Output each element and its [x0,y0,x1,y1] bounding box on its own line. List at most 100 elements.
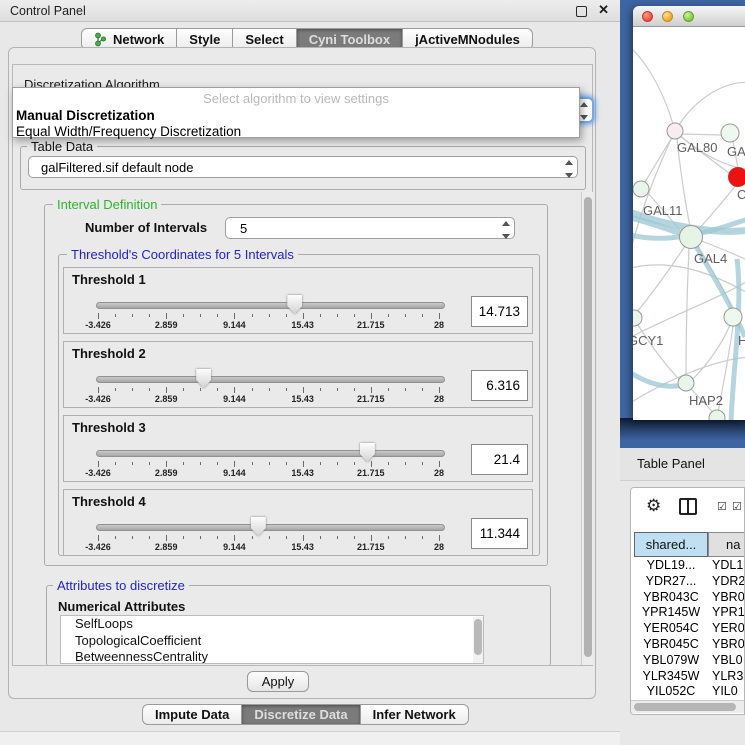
tick-mark [371,535,372,541]
attribute-item[interactable]: BetweennessCentrality [61,649,483,664]
table-data-combobox[interactable]: galFiltered.sif default node [28,156,578,178]
slider-thumb[interactable] [251,517,266,536]
float-window-icon[interactable] [576,6,587,17]
numerical-attributes-list[interactable]: SelfLoopsTopologicalCoefficientBetweenne… [60,615,484,664]
tick-label: 28 [409,542,469,552]
network-node[interactable] [633,310,642,326]
checkbox-icon[interactable]: ☑ [717,500,727,513]
tick-mark [149,536,150,539]
tick-label: -3.426 [68,320,128,330]
slider-thumb[interactable] [287,295,302,314]
bottom-tab-impute-data[interactable]: Impute Data [142,704,242,725]
split-columns-icon[interactable] [679,498,697,515]
network-icon [94,32,107,47]
cell-shared-name: YPR145W [634,605,708,619]
table-panel-title: Table Panel [637,456,705,471]
bottom-tab-discretize-data[interactable]: Discretize Data [242,704,360,725]
column-header[interactable]: shared... [634,532,708,557]
algorithm-option[interactable]: Manual Discretization [16,108,155,123]
cell-name: YPR1 [712,605,745,619]
cell-shared-name: YBR045C [634,637,708,651]
column-header[interactable]: na [708,532,745,557]
apply-button[interactable]: Apply [247,671,309,692]
threshold-value-field[interactable]: 6.316 [471,370,528,401]
number-of-intervals-label: Number of Intervals [85,220,207,235]
window-bottom-edge [0,731,620,745]
network-node[interactable] [678,375,694,391]
threshold-slider-track[interactable] [96,450,445,457]
table-row[interactable]: YBR045CYBR0 [631,637,745,653]
tick-mark [217,388,218,391]
tick-mark [286,536,287,539]
tick-mark [132,314,133,317]
network-node[interactable] [729,168,745,187]
tick-mark [98,313,99,319]
attribute-item[interactable]: SelfLoops [61,616,483,633]
attributes-scrollbar[interactable] [473,617,483,664]
table-row[interactable]: YDL19...YDL1 [631,558,745,574]
bottom-tab-infer-network[interactable]: Infer Network [361,704,469,725]
minimize-traffic-light-icon[interactable] [662,11,673,22]
network-node[interactable] [667,123,683,139]
table-row[interactable]: YIL052CYIL0 [631,684,745,700]
checkbox-icon[interactable]: ☑ [732,500,742,513]
network-window-titlebar[interactable] [633,6,745,27]
network-node[interactable] [633,181,649,197]
network-view-canvas[interactable]: GAL80GACGAL11GAL4GCY1HHAP2 [633,27,745,420]
tick-mark [286,462,287,465]
gear-icon[interactable]: ⚙ [646,496,661,516]
threshold-panel: Threshold 2-3.4262.8599.14415.4321.71528… [63,341,533,408]
dropdown-prompt: Select algorithm to view settings [13,91,579,106]
network-node[interactable] [721,124,739,142]
tick-mark [115,388,116,391]
table-horizontal-scrollbar[interactable] [631,700,745,713]
settings-scrollbar[interactable] [581,192,593,665]
table-row[interactable]: YPR145W YPR1 [631,605,745,621]
tab-label: Discretize Data [254,707,347,722]
cell-name: YBL0 [712,653,745,667]
slider-thumb[interactable] [360,443,375,462]
tick-mark [354,536,355,539]
algorithm-option[interactable]: Equal Width/Frequency Discretization [16,124,241,139]
number-of-intervals-combobox[interactable]: 5 [225,217,515,239]
threshold-slider-track[interactable] [96,524,445,531]
tick-label: 21.715 [341,468,401,478]
close-icon[interactable]: ✕ [598,2,609,18]
cell-shared-name: YBL079W [634,653,708,667]
threshold-label: Threshold 1 [72,272,146,287]
cell-name: YLR3 [712,669,745,683]
tick-mark [286,388,287,391]
close-traffic-light-icon[interactable] [642,11,653,22]
tick-mark [337,314,338,317]
tab-label: Impute Data [155,707,229,722]
cell-name: YER0 [712,621,745,635]
table-row[interactable]: YBR043CYBR0 [631,590,745,606]
tick-label: 28 [409,394,469,404]
node-label: GAL4 [694,251,727,266]
threshold-value-field[interactable]: 11.344 [471,518,528,549]
bottom-tab-bar: Impute Data Discretize Data Infer Network [142,704,469,725]
network-node[interactable] [680,226,703,249]
tick-label: 2.859 [136,542,196,552]
attribute-item[interactable]: TopologicalCoefficient [61,633,483,650]
table-row[interactable]: YDR27...YDR2 [631,574,745,590]
slider-thumb[interactable] [196,369,211,388]
node-label: C [737,187,745,202]
tick-label: 2.859 [136,468,196,478]
threshold-slider-track[interactable] [96,302,445,309]
tick-mark [132,462,133,465]
network-node[interactable] [724,308,742,326]
tick-mark [422,314,423,317]
tick-mark [132,536,133,539]
threshold-value-field[interactable]: 21.4 [471,444,528,475]
tick-mark [200,536,201,539]
tick-label: 9.144 [204,394,264,404]
panel-title: Control Panel [10,4,86,18]
threshold-value-field[interactable]: 14.713 [471,296,528,327]
table-row[interactable]: YER054CYER0 [631,621,745,637]
table-row[interactable]: YLR345WYLR3 [631,669,745,685]
table-row[interactable]: YBL079W YBL0 [631,653,745,669]
threshold-slider-track[interactable] [96,376,445,383]
network-edge [636,237,691,313]
zoom-traffic-light-icon[interactable] [683,11,694,22]
